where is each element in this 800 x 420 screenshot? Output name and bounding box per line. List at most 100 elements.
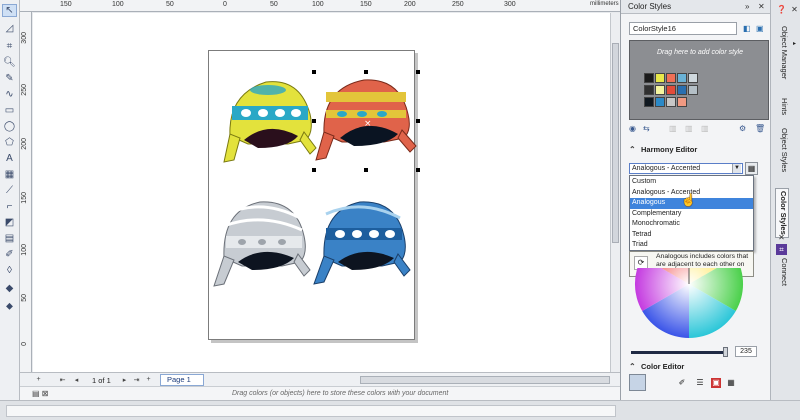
tab-hints[interactable]: Hints [775, 98, 789, 115]
close-tab-icon[interactable]: ✕ [776, 232, 787, 243]
selection-handle[interactable] [416, 70, 420, 74]
collapse-icon[interactable]: » [745, 2, 754, 11]
freehand-tool-icon[interactable]: ✎ [2, 72, 17, 85]
convert-icon[interactable]: ▥ [669, 124, 677, 133]
eyedropper-tool-icon[interactable]: ✐ [2, 248, 17, 261]
delete-icon[interactable]: 🗑︎ [755, 124, 765, 133]
tab-connect[interactable]: Connect [775, 258, 789, 286]
slider-track[interactable] [631, 351, 727, 354]
color-editor-header[interactable]: ⌃ Color Editor [629, 362, 684, 371]
side-scroll-icon[interactable]: ▸ [793, 40, 799, 47]
selection-handle[interactable] [312, 168, 316, 172]
close-icon[interactable]: ✕ [758, 2, 767, 11]
table-tool-icon[interactable]: ▦ [2, 168, 17, 181]
color-style-icon[interactable]: ◧ [743, 24, 752, 33]
previous-page-icon[interactable]: ◂ [72, 375, 81, 384]
text-tool-icon[interactable]: A [2, 152, 17, 165]
interactive-fill-icon[interactable]: ⬥ [2, 300, 17, 313]
color-swatch[interactable] [688, 73, 698, 83]
palette-tools-icon[interactable]: ▤ ⊠ [32, 389, 48, 398]
color-swatch[interactable] [666, 85, 676, 95]
page-tab[interactable]: Page 1 [160, 374, 204, 386]
close-icon[interactable]: ✕ [789, 4, 800, 15]
harmony-type-select[interactable]: Analogous - Accented ▼ [629, 163, 743, 174]
color-swatch[interactable] [677, 97, 687, 107]
selection-handle[interactable] [364, 70, 368, 74]
color-swatch[interactable] [655, 73, 665, 83]
merge-icon[interactable]: ▥ [701, 124, 709, 133]
shape-tool-icon[interactable]: ◿ [2, 22, 17, 35]
harmony-option[interactable]: Tetrad [630, 230, 753, 241]
connect-icon[interactable]: ⌗ [776, 244, 787, 255]
selection-handle[interactable] [416, 119, 420, 123]
slider-thumb[interactable] [723, 347, 728, 357]
harmony-option[interactable]: Custom [630, 177, 753, 188]
color-style-name-field[interactable]: ColorStyle16 [629, 22, 737, 35]
pick-tool-icon[interactable]: ↖ [2, 4, 17, 17]
slider-value[interactable]: 235 [735, 346, 757, 357]
horizontal-scrollbar[interactable] [360, 376, 610, 384]
color-swatch[interactable] [688, 85, 698, 95]
color-wheel[interactable] [633, 268, 745, 340]
add-page-before-button[interactable]: + [34, 375, 43, 384]
transparency-tool-icon[interactable]: ▤ [2, 232, 17, 245]
next-page-icon[interactable]: ▸ [120, 375, 129, 384]
hat-grey[interactable] [212, 196, 312, 291]
color-style-drop-area[interactable]: Drag here to add color style [629, 40, 769, 120]
selection-handle[interactable] [364, 168, 368, 172]
tab-object-styles[interactable]: Object Styles [775, 128, 789, 172]
options-icon[interactable]: ⚙ [739, 124, 746, 133]
artistic-media-icon[interactable]: ∿ [2, 88, 17, 101]
document-palette[interactable]: ▤ ⊠ Drag colors (or objects) here to sto… [20, 386, 620, 400]
outline-pen-icon[interactable]: ◊ [2, 264, 17, 277]
crop-tool-icon[interactable]: ⌗ [2, 40, 17, 53]
color-viewer-icon[interactable]: ▣ [711, 378, 721, 388]
color-swatch[interactable] [677, 73, 687, 83]
first-page-icon[interactable]: ⇤ [58, 375, 67, 384]
horizontal-ruler[interactable]: 150 100 50 0 50 100 150 200 250 300 mill… [20, 0, 620, 12]
new-harmony-icon[interactable]: ⇆ [643, 124, 650, 133]
new-color-style-icon[interactable]: ◉ [629, 124, 636, 133]
vertical-scrollbar[interactable] [610, 13, 620, 372]
palette-grid-icon[interactable]: ▦ [726, 378, 736, 388]
sliders-icon[interactable]: ☰ [695, 378, 705, 388]
new-style-icon[interactable]: ▣ [756, 24, 765, 33]
tab-color-styles[interactable]: Color Styles [775, 188, 789, 238]
color-swatch[interactable] [644, 73, 654, 83]
brightness-slider[interactable]: 235 [629, 346, 769, 357]
harmony-rules-button[interactable]: ▦ [745, 162, 758, 175]
color-swatch[interactable] [666, 97, 676, 107]
polygon-tool-icon[interactable]: ⬠ [2, 136, 17, 149]
selection-handle[interactable] [416, 168, 420, 172]
color-swatch[interactable] [655, 85, 665, 95]
scrollbar-thumb[interactable] [612, 43, 619, 243]
color-swatch[interactable] [655, 97, 665, 107]
color-harmony-wheel[interactable] [633, 268, 745, 340]
vertical-ruler[interactable]: 300 250 200 150 100 50 0 [20, 12, 32, 372]
eyedropper-icon[interactable]: ✐ [677, 378, 687, 388]
chevron-down-icon[interactable]: ▼ [732, 164, 741, 173]
dimension-tool-icon[interactable]: ⟋ [2, 184, 17, 197]
color-swatch[interactable] [644, 85, 654, 95]
fill-tool-icon[interactable]: ◆ [2, 282, 17, 295]
help-icon[interactable]: ❓ [776, 4, 787, 15]
blend-tool-icon[interactable]: ◩ [2, 216, 17, 229]
harmony-option[interactable]: Complementary [630, 209, 753, 220]
color-swatch[interactable] [666, 73, 676, 83]
color-swatch[interactable] [677, 85, 687, 95]
ellipse-tool-icon[interactable]: ◯ [2, 120, 17, 133]
add-page-after-button[interactable]: + [144, 375, 153, 384]
hat-blue[interactable] [312, 196, 412, 291]
harmony-editor-header[interactable]: ⌃ Harmony Editor [629, 145, 697, 154]
last-page-icon[interactable]: ⇥ [132, 375, 141, 384]
rectangle-tool-icon[interactable]: ▭ [2, 104, 17, 117]
link-icon[interactable]: ▥ [685, 124, 693, 133]
tab-object-manager[interactable]: Object Manager [775, 26, 789, 79]
selection-handle[interactable] [312, 70, 316, 74]
color-swatch[interactable] [644, 97, 654, 107]
hat-red-selected[interactable]: × [312, 70, 420, 170]
harmony-option[interactable]: Triad [630, 240, 753, 251]
hat-yellow[interactable] [218, 74, 318, 169]
selection-handle[interactable] [312, 119, 316, 123]
connector-tool-icon[interactable]: ⌐ [2, 200, 17, 213]
